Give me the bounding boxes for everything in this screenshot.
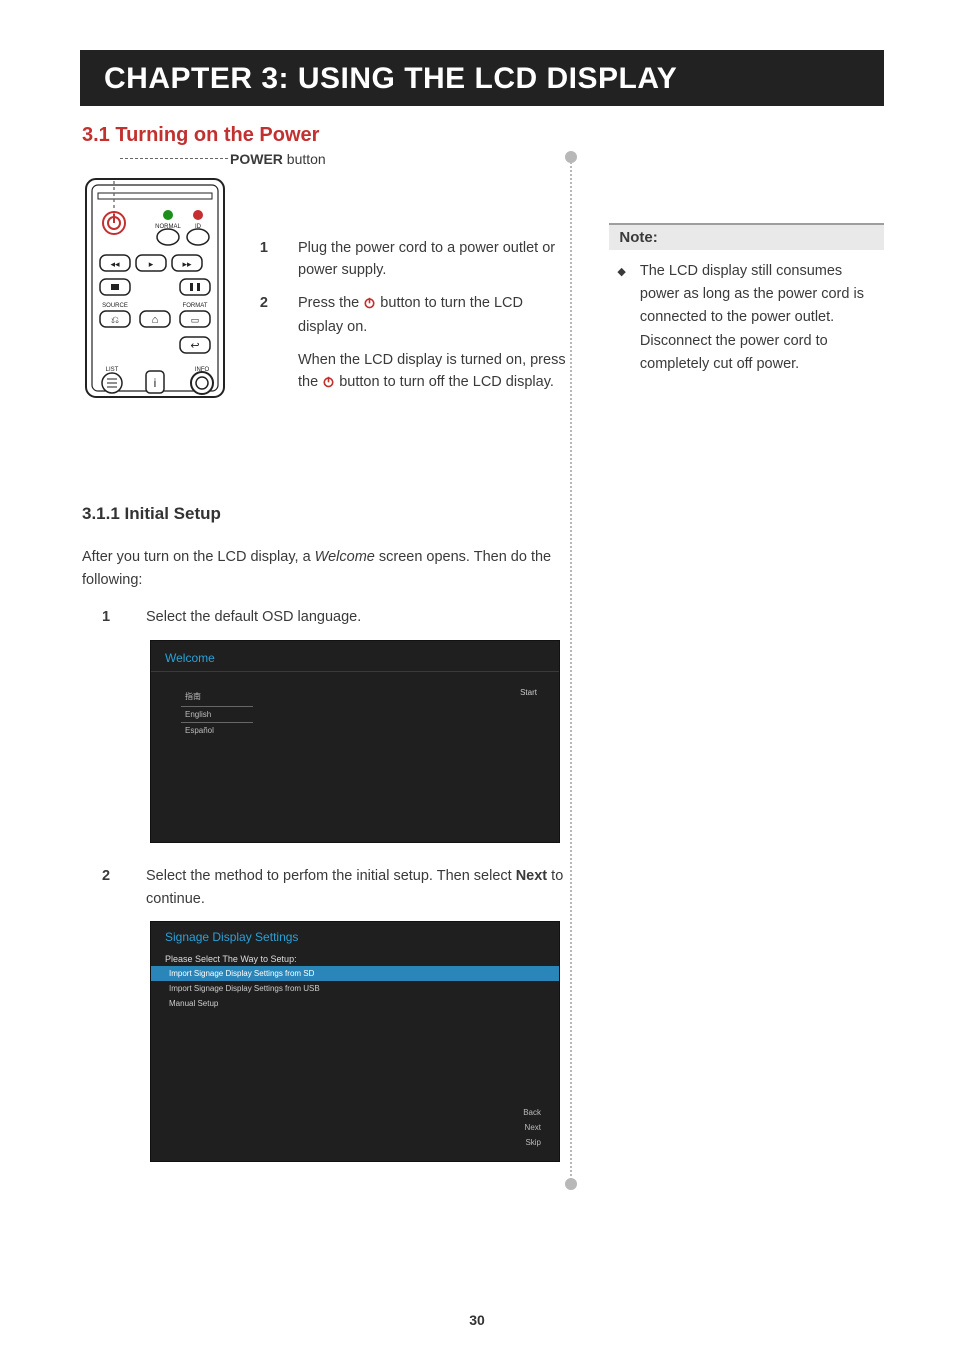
section-3-1-1-title: 3.1.1 Initial Setup bbox=[82, 504, 567, 524]
svg-text:⎌: ⎌ bbox=[111, 315, 119, 326]
remote-source-label: SOURCE bbox=[102, 303, 128, 309]
step-1-text: Plug the power cord to a power outlet or… bbox=[298, 237, 567, 282]
svg-text:↩: ↩ bbox=[190, 340, 199, 352]
note-heading: Note: bbox=[609, 223, 884, 250]
svg-text:◂◂: ◂◂ bbox=[110, 259, 120, 269]
signage-settings-screenshot: Signage Display Settings Please Select T… bbox=[150, 921, 560, 1162]
signage-footer: Back Next Skip bbox=[151, 1101, 559, 1161]
signage-title: Signage Display Settings bbox=[151, 922, 559, 950]
signage-row-selected: Import Signage Display Settings from SD bbox=[151, 966, 559, 981]
svg-text:▸: ▸ bbox=[149, 259, 154, 269]
svg-text:i: i bbox=[154, 376, 157, 390]
welcome-screenshot: Welcome 指南 English Español Start bbox=[150, 640, 560, 843]
setup-step-2-number: 2 bbox=[102, 865, 116, 911]
remote-illustration: NORMAL ID ◂◂ ▸ ▸▸ bbox=[80, 173, 230, 408]
note-box: Note: ◆ The LCD display still consumes p… bbox=[609, 223, 884, 376]
welcome-option: 指南 bbox=[181, 688, 253, 706]
setup-step-2-text: Select the method to perfom the initial … bbox=[146, 865, 567, 911]
svg-text:⌂: ⌂ bbox=[152, 314, 159, 326]
note-text: The LCD display still consumes power as … bbox=[640, 260, 878, 376]
chapter-title-bar: CHAPTER 3: USING THE LCD DISPLAY bbox=[80, 50, 884, 106]
section-3-1-title: 3.1 Turning on the Power bbox=[82, 124, 884, 147]
setup-step-1-text: Select the default OSD language. bbox=[146, 606, 567, 629]
svg-text:▸▸: ▸▸ bbox=[182, 259, 192, 269]
diamond-bullet-icon: ◆ bbox=[617, 260, 625, 376]
power-button-callout: POWER button bbox=[80, 151, 567, 169]
signage-row: Manual Setup bbox=[151, 996, 559, 1011]
signage-prompt: Please Select The Way to Setup: bbox=[151, 950, 559, 966]
divider-dot-icon bbox=[565, 1178, 577, 1190]
step-2-text: Press the button to turn the LCD display… bbox=[298, 292, 567, 396]
initial-setup-intro: After you turn on the LCD display, a Wel… bbox=[82, 546, 567, 592]
power-icon bbox=[363, 294, 376, 316]
remote-list-label: LIST bbox=[106, 367, 119, 373]
setup-step-1-number: 1 bbox=[102, 606, 116, 629]
power-button-label: POWER button bbox=[230, 151, 326, 167]
welcome-option-selected: English bbox=[181, 706, 253, 723]
vertical-divider bbox=[567, 151, 575, 1184]
welcome-title: Welcome bbox=[151, 641, 559, 672]
right-column: Note: ◆ The LCD display still consumes p… bbox=[575, 151, 884, 1184]
step-1-number: 1 bbox=[254, 237, 268, 282]
signage-back: Back bbox=[169, 1105, 541, 1120]
page-number: 30 bbox=[0, 1312, 954, 1328]
signage-next: Next bbox=[169, 1120, 541, 1135]
power-icon bbox=[322, 373, 335, 395]
chapter-title: CHAPTER 3: USING THE LCD DISPLAY bbox=[104, 62, 860, 96]
left-column: POWER button bbox=[80, 151, 567, 1184]
welcome-option: Español bbox=[181, 723, 253, 739]
signage-row: Import Signage Display Settings from USB bbox=[151, 981, 559, 996]
svg-text:▭: ▭ bbox=[191, 315, 200, 325]
signage-skip: Skip bbox=[169, 1135, 541, 1150]
step-2-number: 2 bbox=[254, 292, 268, 396]
callout-dashline bbox=[120, 158, 228, 159]
welcome-start: Start bbox=[520, 688, 537, 697]
power-instructions: 1 Plug the power cord to a power outlet … bbox=[254, 173, 567, 408]
remote-format-label: FORMAT bbox=[183, 303, 208, 309]
